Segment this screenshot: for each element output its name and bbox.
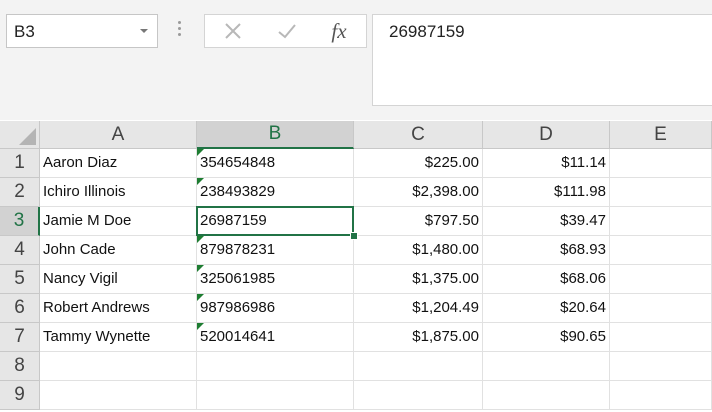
cell-a1[interactable]: Aaron Diaz	[40, 149, 197, 178]
spreadsheet-app: B3 fx 26987159 A B C D E 1 Aaron Diaz 35…	[0, 0, 712, 412]
cell-e3[interactable]	[610, 207, 712, 236]
cell-a9[interactable]	[40, 381, 197, 410]
cell-b2[interactable]: 238493829	[197, 178, 354, 207]
cell-a3[interactable]: Jamie M Doe	[40, 207, 197, 236]
row-header-4[interactable]: 4	[0, 236, 40, 265]
cell-d3[interactable]: $39.47	[483, 207, 610, 236]
cell-a2[interactable]: Ichiro Illinois	[40, 178, 197, 207]
column-header-a[interactable]: A	[40, 121, 197, 149]
cell-d9[interactable]	[483, 381, 610, 410]
fill-handle[interactable]	[350, 232, 358, 240]
cell-a6[interactable]: Robert Andrews	[40, 294, 197, 323]
row-header-5[interactable]: 5	[0, 265, 40, 294]
cell-d2[interactable]: $111.98	[483, 178, 610, 207]
column-header-b[interactable]: B	[197, 121, 354, 149]
cell-d7[interactable]: $90.65	[483, 323, 610, 352]
cell-b4[interactable]: 879878231	[197, 236, 354, 265]
cell-b5[interactable]: 325061985	[197, 265, 354, 294]
cell-c7[interactable]: $1,875.00	[354, 323, 483, 352]
worksheet-grid: A B C D E 1 Aaron Diaz 354654848 $225.00 $11.14 2 I…	[0, 121, 712, 412]
cell-b7[interactable]: 520014641	[197, 323, 354, 352]
enter-button[interactable]	[267, 16, 307, 46]
formula-value: 26987159	[389, 22, 465, 41]
formula-bar-area: B3 fx 26987159	[0, 0, 712, 120]
cell-c9[interactable]	[354, 381, 483, 410]
row-header-6[interactable]: 6	[0, 294, 40, 323]
cell-e1[interactable]	[610, 149, 712, 178]
cell-d6[interactable]: $20.64	[483, 294, 610, 323]
column-header-d[interactable]: D	[483, 121, 610, 149]
cell-e4[interactable]	[610, 236, 712, 265]
cell-e6[interactable]	[610, 294, 712, 323]
row-header-7[interactable]: 7	[0, 323, 40, 352]
chevron-down-icon[interactable]	[140, 29, 148, 33]
row-header-2[interactable]: 2	[0, 178, 40, 207]
cell-b1[interactable]: 354654848	[197, 149, 354, 178]
cell-b9[interactable]	[197, 381, 354, 410]
cell-c2[interactable]: $2,398.00	[354, 178, 483, 207]
cell-a4[interactable]: John Cade	[40, 236, 197, 265]
insert-function-button[interactable]: fx	[319, 16, 359, 46]
cell-b6[interactable]: 987986986	[197, 294, 354, 323]
cell-d1[interactable]: $11.14	[483, 149, 610, 178]
cell-b8[interactable]	[197, 352, 354, 381]
cell-d5[interactable]: $68.06	[483, 265, 610, 294]
formula-buttons: fx	[204, 14, 367, 48]
cell-e9[interactable]	[610, 381, 712, 410]
check-icon	[278, 24, 296, 39]
cell-a5[interactable]: Nancy Vigil	[40, 265, 197, 294]
cell-d8[interactable]	[483, 352, 610, 381]
formula-input[interactable]: 26987159	[372, 14, 712, 106]
cell-a7[interactable]: Tammy Wynette	[40, 323, 197, 352]
cell-c5[interactable]: $1,375.00	[354, 265, 483, 294]
row-header-3[interactable]: 3	[0, 207, 40, 236]
cell-d4[interactable]: $68.93	[483, 236, 610, 265]
cell-e5[interactable]	[610, 265, 712, 294]
name-box[interactable]: B3	[6, 14, 158, 48]
select-all-icon	[19, 128, 36, 145]
row-header-1[interactable]: 1	[0, 149, 40, 178]
cell-e8[interactable]	[610, 352, 712, 381]
cell-e2[interactable]	[610, 178, 712, 207]
cell-e7[interactable]	[610, 323, 712, 352]
cell-a8[interactable]	[40, 352, 197, 381]
cell-b3[interactable]: 26987159	[197, 207, 354, 236]
cell-c6[interactable]: $1,204.49	[354, 294, 483, 323]
row-header-9[interactable]: 9	[0, 381, 40, 410]
fx-icon: fx	[331, 18, 347, 43]
row-header-8[interactable]: 8	[0, 352, 40, 381]
column-header-c[interactable]: C	[354, 121, 483, 149]
select-all-button[interactable]	[0, 121, 40, 149]
drag-handle-icon[interactable]	[178, 21, 181, 41]
cell-c4[interactable]: $1,480.00	[354, 236, 483, 265]
cell-c8[interactable]	[354, 352, 483, 381]
column-header-e[interactable]: E	[610, 121, 712, 149]
cancel-button[interactable]	[213, 16, 253, 46]
name-box-value: B3	[14, 22, 35, 41]
cell-c1[interactable]: $225.00	[354, 149, 483, 178]
cell-c3[interactable]: $797.50	[354, 207, 483, 236]
close-icon	[225, 23, 241, 39]
